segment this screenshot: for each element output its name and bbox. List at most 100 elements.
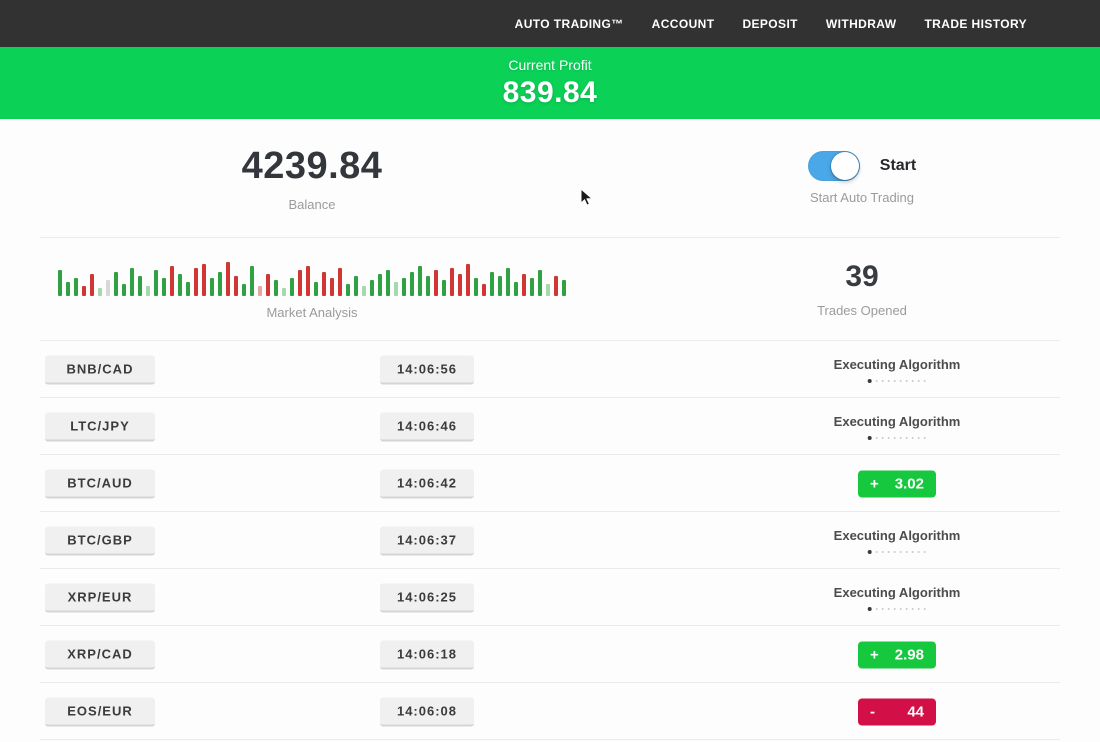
trade-status: Executing Algorithm (834, 414, 961, 440)
progress-dots-icon (868, 436, 926, 440)
balance-value: 4239.84 (242, 145, 383, 188)
balance-block: 4239.84 Balance (0, 119, 624, 237)
table-row: EOS/EUR 14:06:08 -44 (0, 683, 1100, 740)
market-bar (90, 274, 94, 296)
pair-badge[interactable]: BTC/AUD (45, 469, 155, 498)
market-bar (546, 284, 550, 296)
market-bar (394, 282, 398, 296)
market-bar (106, 280, 110, 296)
nav-item-deposit[interactable]: DEPOSIT (742, 17, 797, 31)
executing-algorithm-label: Executing Algorithm (834, 585, 961, 600)
result-value: 44 (907, 703, 924, 720)
market-bar (170, 266, 174, 296)
market-bar (370, 280, 374, 296)
market-bar (426, 276, 430, 296)
market-analysis-section: Market Analysis 39 Trades Opened (0, 238, 1100, 340)
market-bar (162, 278, 166, 296)
current-profit-banner: Current Profit 839.84 (0, 47, 1100, 119)
top-navbar: AUTO TRADING™ ACCOUNT DEPOSIT WITHDRAW TRADE… (0, 0, 1100, 47)
trade-status: Executing Algorithm (834, 528, 961, 554)
market-bar (202, 264, 206, 296)
market-bar (130, 268, 134, 296)
trade-status: +3.02 (858, 470, 936, 497)
market-bar (490, 272, 494, 296)
executing-algorithm-label: Executing Algorithm (834, 528, 961, 543)
market-bar (210, 278, 214, 296)
profit-badge: +2.98 (858, 641, 936, 668)
market-bar (226, 262, 230, 296)
market-bar (98, 288, 102, 296)
market-bar (402, 278, 406, 296)
market-bar (258, 286, 262, 296)
market-bar (474, 278, 478, 296)
result-sign: + (870, 475, 879, 492)
table-row: BNB/CAD 14:06:56 Executing Algorithm (0, 341, 1100, 398)
market-bar (458, 274, 462, 296)
executing-algorithm-label: Executing Algorithm (834, 414, 961, 429)
pair-badge[interactable]: EOS/EUR (45, 697, 155, 726)
market-bar (114, 272, 118, 296)
market-bar (354, 276, 358, 296)
market-bar (450, 268, 454, 296)
market-bar (538, 270, 542, 296)
trades-list: BNB/CAD 14:06:56 Executing Algorithm LTC… (0, 341, 1100, 740)
market-analysis-label: Market Analysis (266, 305, 357, 320)
time-badge: 14:06:42 (380, 469, 474, 498)
result-value: 2.98 (895, 646, 924, 663)
market-bar (410, 272, 414, 296)
market-bar (122, 284, 126, 296)
market-bar (562, 280, 566, 296)
time-badge: 14:06:25 (380, 583, 474, 612)
loss-badge: -44 (858, 698, 936, 725)
table-row: BTC/GBP 14:06:37 Executing Algorithm (0, 512, 1100, 569)
market-bar (266, 274, 270, 296)
market-bar (330, 278, 334, 296)
time-badge: 14:06:46 (380, 412, 474, 441)
nav-item-trade-history[interactable]: TRADE HISTORY (924, 17, 1027, 31)
balance-section: 4239.84 Balance Start Start Auto Trading (0, 119, 1100, 237)
table-row: BTC/AUD 14:06:42 +3.02 (0, 455, 1100, 512)
market-bar (346, 284, 350, 296)
market-bar (298, 270, 302, 296)
time-badge: 14:06:18 (380, 640, 474, 669)
market-bar (58, 270, 62, 296)
market-bar (274, 280, 278, 296)
market-bar (218, 272, 222, 296)
nav-item-withdraw[interactable]: WITHDRAW (826, 17, 897, 31)
pair-badge[interactable]: LTC/JPY (45, 412, 155, 441)
table-row: LTC/JPY 14:06:46 Executing Algorithm (0, 398, 1100, 455)
trade-status: Executing Algorithm (834, 585, 961, 611)
market-bar (314, 282, 318, 296)
start-auto-trading-toggle[interactable] (808, 151, 860, 181)
market-bar (466, 264, 470, 296)
nav-item-account[interactable]: ACCOUNT (652, 17, 715, 31)
current-profit-value: 839.84 (503, 76, 598, 110)
market-bar (362, 286, 366, 296)
toggle-state-label: Start (880, 157, 916, 175)
market-bar (290, 278, 294, 296)
market-bar (66, 282, 70, 296)
pair-badge[interactable]: XRP/CAD (45, 640, 155, 669)
nav-item-auto-trading[interactable]: AUTO TRADING™ (515, 17, 624, 31)
pair-badge[interactable]: XRP/EUR (45, 583, 155, 612)
progress-dots-icon (868, 550, 926, 554)
auto-trading-block: Start Start Auto Trading (624, 119, 1100, 237)
time-badge: 14:06:08 (380, 697, 474, 726)
market-analysis-block: Market Analysis (0, 238, 624, 340)
market-bar (378, 274, 382, 296)
balance-label: Balance (289, 197, 336, 212)
market-bar (442, 280, 446, 296)
market-bar (482, 284, 486, 296)
trade-status: -44 (858, 698, 936, 725)
pair-badge[interactable]: BTC/GBP (45, 526, 155, 555)
market-bar (530, 278, 534, 296)
market-bar (178, 274, 182, 296)
market-bar (338, 268, 342, 296)
table-row: XRP/CAD 14:06:18 +2.98 (0, 626, 1100, 683)
market-bar (506, 268, 510, 296)
market-bar (242, 284, 246, 296)
market-bar (434, 270, 438, 296)
market-bar (74, 278, 78, 296)
market-bar (282, 288, 286, 296)
pair-badge[interactable]: BNB/CAD (45, 355, 155, 384)
